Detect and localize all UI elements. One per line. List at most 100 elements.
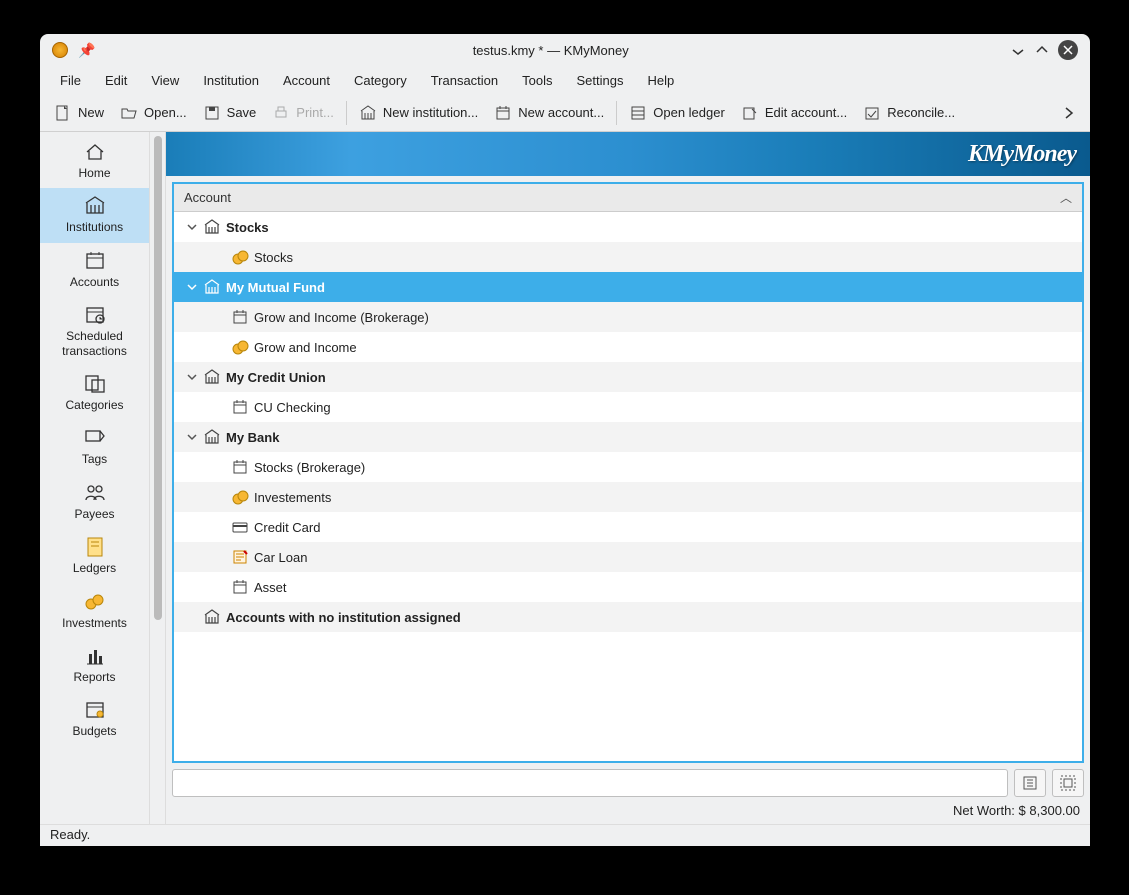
sidebar-item-label: Payees [74, 507, 114, 521]
maximize-button[interactable] [1030, 38, 1054, 62]
toolbar-overflow[interactable] [1054, 102, 1084, 124]
reports-icon [83, 644, 107, 668]
sidebar-item-tags[interactable]: Tags [40, 420, 149, 474]
sidebar-item-reports[interactable]: Reports [40, 638, 149, 692]
tree-row[interactable]: Grow and Income [174, 332, 1082, 362]
menu-tools[interactable]: Tools [512, 69, 562, 92]
home-icon [83, 140, 107, 164]
sidebar-item-scheduled[interactable]: Scheduled transactions [40, 297, 149, 366]
tree-row[interactable]: My Credit Union [174, 362, 1082, 392]
menu-account[interactable]: Account [273, 69, 340, 92]
sidebar-item-label: Ledgers [73, 561, 116, 575]
institution-icon [359, 104, 377, 122]
chevron-up-icon: ︿ [1060, 189, 1072, 206]
chevron-right-icon [1062, 106, 1076, 120]
sidebar-item-label: Institutions [66, 220, 123, 234]
sidebar-item-ledgers[interactable]: Ledgers [40, 529, 149, 583]
sidebar-item-label: Investments [62, 616, 127, 630]
tree-row-label: My Mutual Fund [226, 280, 325, 295]
toolbar-open[interactable]: Open... [112, 100, 195, 126]
tree-row[interactable]: Stocks [174, 242, 1082, 272]
pin-icon[interactable]: 📌 [78, 42, 95, 59]
sidebar-item-label: Tags [82, 452, 107, 466]
sidebar-item-investments[interactable]: Investments [40, 584, 149, 638]
tree-row-label: Stocks [226, 220, 269, 235]
menubar: File Edit View Institution Account Categ… [40, 66, 1090, 94]
tree-row[interactable]: CU Checking [174, 392, 1082, 422]
menu-file[interactable]: File [50, 69, 91, 92]
menu-settings[interactable]: Settings [567, 69, 634, 92]
toolbar-separator [616, 101, 617, 125]
main-panel: KMyMoney Account ︿ Stocks Stocks My Mutual… [166, 132, 1090, 824]
menu-help[interactable]: Help [637, 69, 684, 92]
toolbar-new-account[interactable]: New account... [486, 100, 612, 126]
status-bar: Ready. [40, 824, 1090, 846]
stocks-icon [230, 247, 250, 267]
tree-row-label: Grow and Income (Brokerage) [254, 310, 429, 325]
ledgers-icon [83, 535, 107, 559]
toolbar-new-institution[interactable]: New institution... [351, 100, 486, 126]
net-worth-label: Net Worth: [953, 803, 1019, 818]
close-button[interactable] [1058, 40, 1078, 60]
menu-transaction[interactable]: Transaction [421, 69, 508, 92]
app-icon [52, 42, 68, 58]
sidebar-item-accounts[interactable]: Accounts [40, 243, 149, 297]
reconcile-icon [863, 104, 881, 122]
sidebar-item-label: Budgets [72, 724, 116, 738]
toolbar-new[interactable]: New [46, 100, 112, 126]
menu-view[interactable]: View [141, 69, 189, 92]
chevron-down-icon[interactable] [182, 281, 202, 293]
tree-row[interactable]: Accounts with no institution assigned [174, 602, 1082, 632]
tree-body: Stocks Stocks My Mutual Fund Grow and Incom… [174, 212, 1082, 761]
menu-edit[interactable]: Edit [95, 69, 137, 92]
toolbar-separator [346, 101, 347, 125]
toolbar-save[interactable]: Save [195, 100, 265, 126]
toolbar-open-ledger[interactable]: Open ledger [621, 100, 733, 126]
filter-input[interactable] [172, 769, 1008, 797]
menu-institution[interactable]: Institution [193, 69, 269, 92]
sidebar-item-home[interactable]: Home [40, 134, 149, 188]
document-new-icon [54, 104, 72, 122]
sidebar-item-categories[interactable]: Categories [40, 366, 149, 420]
save-icon [203, 104, 221, 122]
sidebar-item-payees[interactable]: Payees [40, 475, 149, 529]
sidebar-scrollbar[interactable] [150, 132, 166, 824]
tree-row[interactable]: Stocks [174, 212, 1082, 242]
tree-row[interactable]: Grow and Income (Brokerage) [174, 302, 1082, 332]
minimize-button[interactable] [1006, 38, 1030, 62]
chevron-down-icon[interactable] [182, 221, 202, 233]
categories-icon [83, 372, 107, 396]
sidebar-item-institutions[interactable]: Institutions [40, 188, 149, 242]
expand-all-button[interactable] [1052, 769, 1084, 797]
tree-row[interactable]: Credit Card [174, 512, 1082, 542]
tree-row[interactable]: Asset [174, 572, 1082, 602]
sidebar-item-label: Home [78, 166, 110, 180]
institutions-icon [83, 194, 107, 218]
sidebar-item-label: Categories [65, 398, 123, 412]
tree-row-label: My Credit Union [226, 370, 326, 385]
stocks-icon [230, 337, 250, 357]
tree-row[interactable]: Car Loan [174, 542, 1082, 572]
tree-row-label: Credit Card [254, 520, 320, 535]
tree-row-label: Car Loan [254, 550, 307, 565]
tree-row[interactable]: My Mutual Fund [174, 272, 1082, 302]
banner-logo: KMyMoney [968, 141, 1076, 168]
collapse-all-button[interactable] [1014, 769, 1046, 797]
chevron-down-icon[interactable] [182, 371, 202, 383]
menu-category[interactable]: Category [344, 69, 417, 92]
folder-open-icon [120, 104, 138, 122]
tree-row[interactable]: Investements [174, 482, 1082, 512]
inst-icon [202, 427, 222, 447]
tree-row[interactable]: Stocks (Brokerage) [174, 452, 1082, 482]
toolbar-edit-account[interactable]: Edit account... [733, 100, 855, 126]
toolbar-reconcile[interactable]: Reconcile... [855, 100, 963, 126]
loan-icon [230, 547, 250, 567]
tree-header[interactable]: Account ︿ [174, 184, 1082, 212]
tree-row[interactable]: My Bank [174, 422, 1082, 452]
tree-row-label: Accounts with no institution assigned [226, 610, 461, 625]
tags-icon [83, 426, 107, 450]
tree-header-label: Account [184, 190, 231, 205]
status-text: Ready. [50, 827, 90, 842]
chevron-down-icon[interactable] [182, 431, 202, 443]
sidebar-item-budgets[interactable]: Budgets [40, 692, 149, 746]
